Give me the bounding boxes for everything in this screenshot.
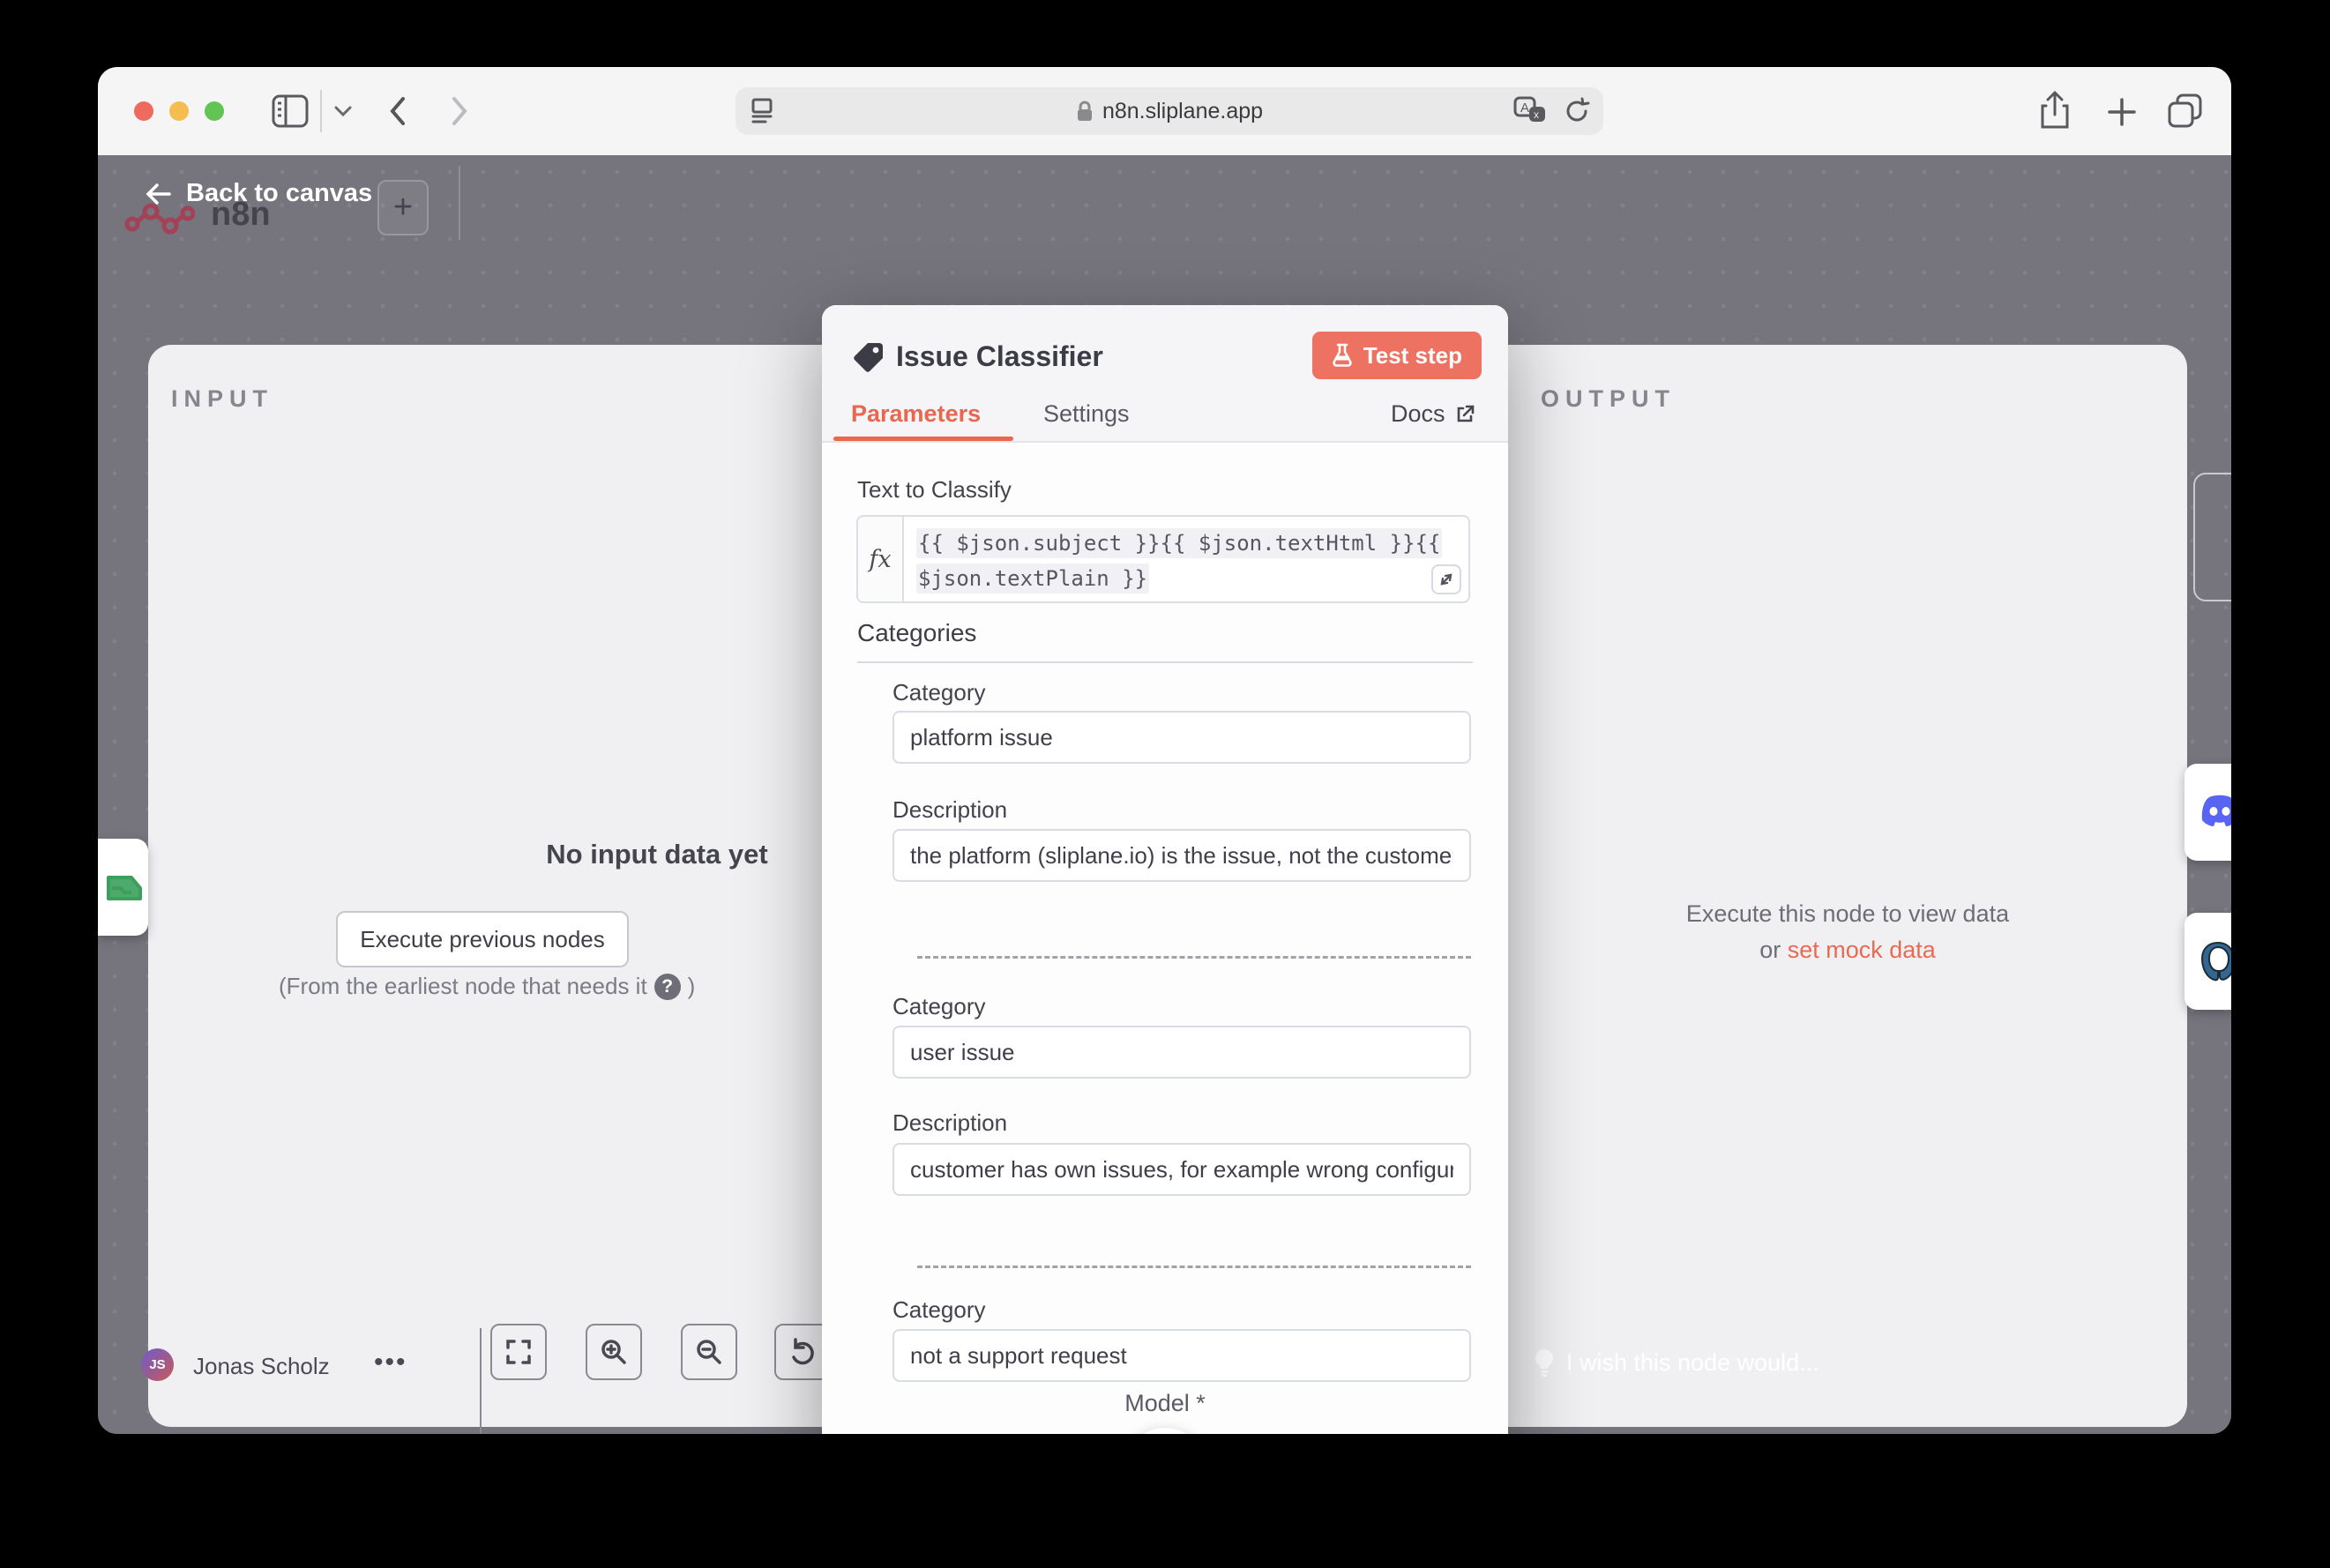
description-label: Description: [892, 1109, 1007, 1137]
input-hint: (From the earliest node that needs it ? …: [279, 973, 695, 1000]
n8n-canvas-dimmed: n8n Back to canvas + INPUT OUTPUT No inp…: [98, 155, 2231, 1434]
discord-icon: [2197, 792, 2231, 831]
description-input-1[interactable]: [892, 829, 1471, 882]
browser-toolbar: n8n.sliplane.app A x: [98, 67, 2231, 156]
categories-divider: [857, 661, 1473, 663]
lock-icon: [1076, 100, 1094, 123]
svg-text:x: x: [1534, 108, 1539, 121]
categories-heading: Categories: [857, 619, 976, 647]
reader-view-icon[interactable]: [750, 98, 778, 124]
translate-icon[interactable]: A x: [1513, 96, 1549, 126]
category-label: Category: [892, 679, 986, 706]
postgres-node-card[interactable]: [2184, 913, 2231, 1010]
input-panel-title: INPUT: [171, 385, 273, 413]
address-bar[interactable]: n8n.sliplane.app A x: [736, 87, 1603, 135]
expression-code[interactable]: {{ $json.subject }}{{ $json.textHtml }}{…: [904, 517, 1454, 601]
tab-parameters[interactable]: Parameters: [851, 400, 981, 428]
new-tab-icon[interactable]: [2105, 95, 2139, 129]
toolbar-divider: [320, 90, 322, 132]
minimize-window-button[interactable]: [169, 101, 189, 121]
header-divider: [459, 166, 460, 240]
text-to-classify-field[interactable]: fx {{ $json.subject }}{{ $json.textHtml …: [856, 515, 1470, 603]
node-feedback-prompt[interactable]: I wish this node would...: [1533, 1348, 1819, 1378]
category-input-3[interactable]: [892, 1329, 1471, 1382]
arrow-left-icon: [146, 182, 172, 206]
add-node-button[interactable]: +: [377, 180, 429, 235]
expand-expression-icon[interactable]: [1431, 564, 1461, 594]
user-name: Jonas Scholz: [193, 1353, 330, 1380]
output-view-toggle-partial[interactable]: [2193, 473, 2231, 601]
category-separator: [917, 1266, 1471, 1268]
postgres-icon: [2195, 939, 2231, 983]
zoom-to-fit-button[interactable]: [490, 1324, 547, 1380]
tag-icon: [852, 340, 885, 374]
category-label: Category: [892, 993, 986, 1020]
test-step-button[interactable]: Test step: [1312, 332, 1482, 379]
help-question-icon[interactable]: ?: [654, 974, 681, 1000]
zoom-out-button[interactable]: [681, 1324, 737, 1380]
sidebar-edge-divider: [480, 1328, 482, 1434]
docs-link[interactable]: Docs: [1391, 400, 1475, 428]
close-window-button[interactable]: [134, 101, 153, 121]
lightbulb-icon: [1533, 1348, 1556, 1378]
set-mock-data-link[interactable]: set mock data: [1788, 937, 1936, 963]
description-label: Description: [892, 796, 1007, 824]
chevron-down-icon[interactable]: [332, 104, 354, 118]
email-trigger-node-card[interactable]: [98, 839, 148, 936]
svg-text:A: A: [1520, 101, 1529, 116]
avatar[interactable]: JS: [141, 1348, 174, 1381]
flask-icon: [1332, 343, 1353, 368]
share-icon[interactable]: [2037, 90, 2072, 132]
active-tab-underline: [833, 437, 1013, 441]
no-input-message: No input data yet: [481, 839, 833, 870]
sidebar-toggle-icon[interactable]: [271, 93, 310, 130]
category-separator: [917, 956, 1471, 959]
category-input-1[interactable]: [892, 711, 1471, 764]
execute-previous-nodes-button[interactable]: Execute previous nodes: [336, 911, 629, 967]
fx-badge: fx: [858, 517, 904, 601]
reload-icon[interactable]: [1563, 97, 1591, 125]
text-to-classify-label: Text to Classify: [857, 476, 1012, 504]
output-empty-message: Execute this node to view data or set mo…: [1671, 900, 2024, 964]
model-label: Model *: [822, 1390, 1508, 1417]
issue-classifier-modal: Issue Classifier Test step Parameters Se…: [822, 305, 1508, 1434]
modal-header: Issue Classifier Test step Parameters Se…: [822, 305, 1508, 443]
zoom-in-button[interactable]: [586, 1324, 642, 1380]
modal-title: Issue Classifier: [896, 340, 1103, 373]
back-to-canvas-button[interactable]: Back to canvas: [146, 179, 372, 208]
tab-settings[interactable]: Settings: [1043, 400, 1130, 428]
user-menu-dots[interactable]: •••: [374, 1348, 407, 1378]
tabs-overview-icon[interactable]: [2165, 92, 2206, 131]
output-panel-title: OUTPUT: [1541, 385, 1676, 413]
description-input-2[interactable]: [892, 1143, 1471, 1196]
category-label: Category: [892, 1296, 986, 1324]
maximize-window-button[interactable]: [205, 101, 224, 121]
browser-window: n8n.sliplane.app A x: [98, 67, 2231, 1434]
category-input-2[interactable]: [892, 1026, 1471, 1079]
discord-node-card[interactable]: [2184, 764, 2231, 861]
email-node-icon: [103, 869, 144, 906]
url-text: n8n.sliplane.app: [1102, 99, 1263, 124]
back-nav-icon[interactable]: [385, 92, 410, 131]
forward-nav-icon[interactable]: [447, 92, 472, 131]
external-link-icon: [1454, 404, 1475, 425]
